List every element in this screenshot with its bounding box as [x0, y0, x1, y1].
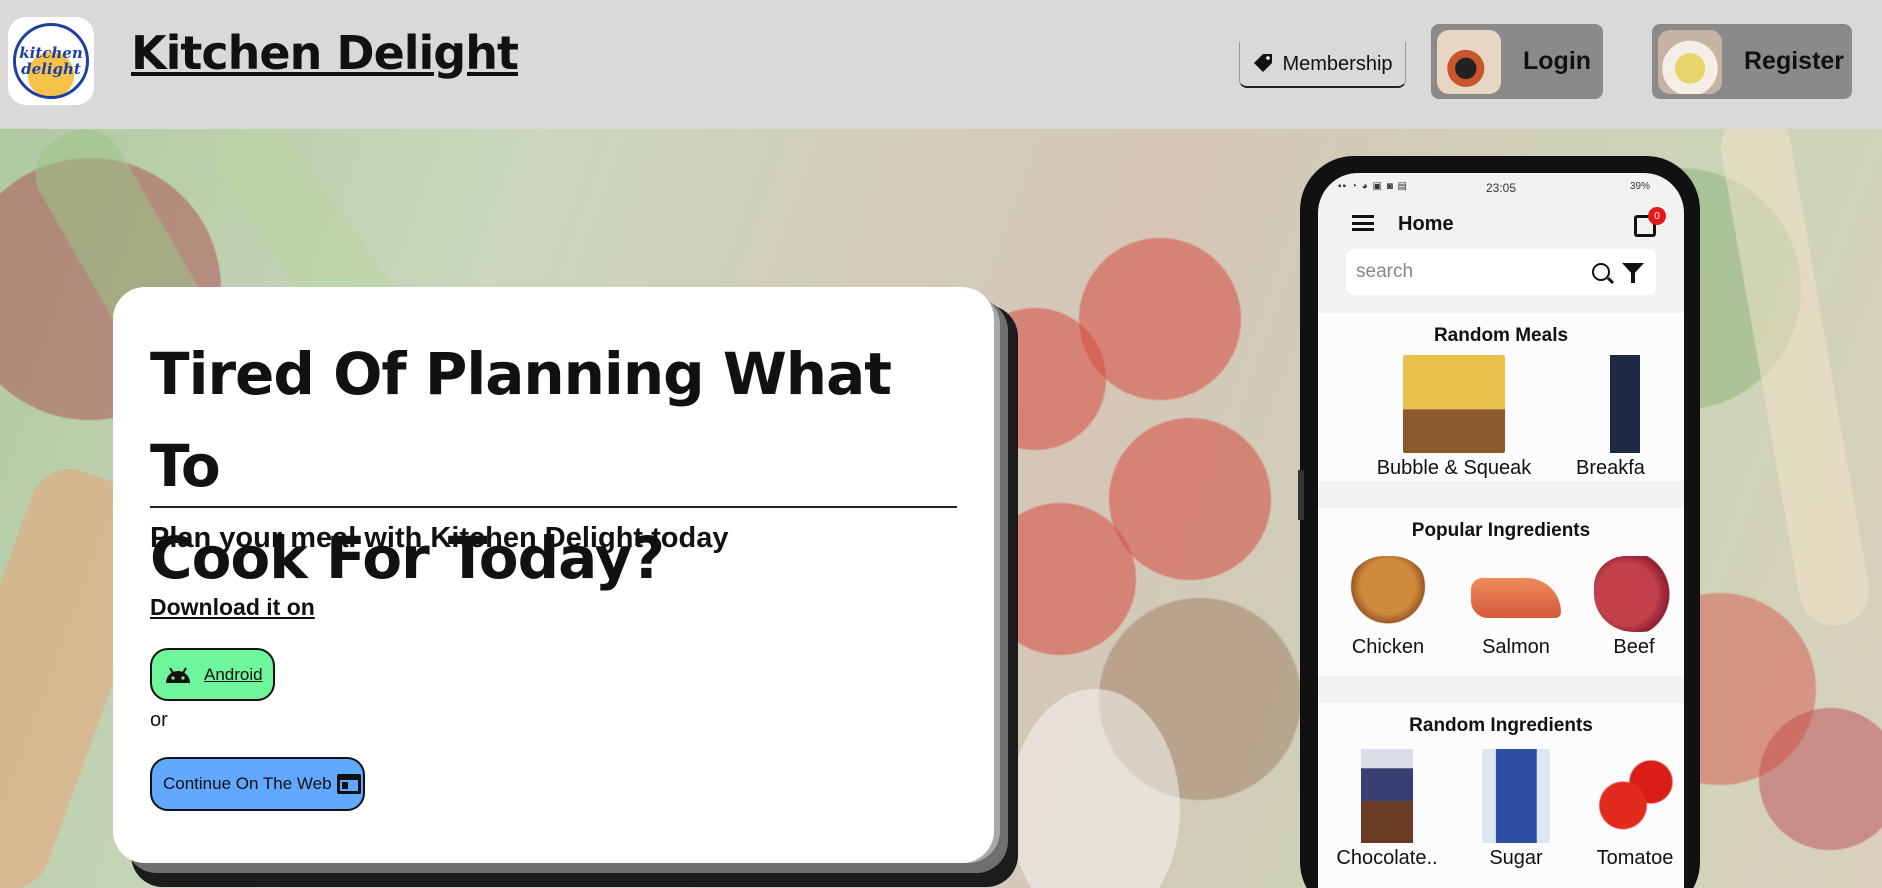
cart-badge: 0 [1648, 207, 1666, 225]
or-separator: or [150, 709, 168, 731]
register-label: Register [1744, 47, 1845, 75]
login-thumbnail [1437, 29, 1501, 94]
tag-icon [1254, 54, 1273, 72]
ingredient-card[interactable]: Tomatoe [1586, 749, 1684, 870]
meal-card[interactable]: Bubble & Squeak [1354, 355, 1554, 480]
random-meals-section: Random Meals Bubble & Squeak Breakfa [1318, 313, 1684, 481]
meal-image [1403, 355, 1505, 453]
login-button[interactable]: Login [1431, 24, 1603, 99]
status-battery: 39% [1629, 181, 1650, 192]
ingredient-name: Salmon [1482, 636, 1550, 658]
ingredient-card[interactable]: Salmon [1466, 556, 1566, 659]
logo-text-top: kitchen [19, 44, 83, 62]
ingredient-image [1361, 749, 1413, 843]
ingredient-name: Chocolate.. [1336, 847, 1438, 869]
filter-icon[interactable] [1622, 263, 1644, 283]
popular-ingredients-section: Popular Ingredients Chicken Salmon Beef [1318, 508, 1684, 676]
meal-image [1610, 355, 1640, 453]
ingredient-image [1595, 749, 1675, 843]
android-icon [166, 666, 190, 683]
meal-name: Breakfa [1576, 457, 1645, 479]
hero-subheading: Plan your meal with Kitchen Delight toda… [150, 522, 729, 554]
membership-label: Membership [1282, 52, 1393, 75]
section-title: Popular Ingredients [1411, 520, 1591, 541]
section-title: Random Ingredients [1409, 715, 1593, 736]
meal-name: Bubble & Squeak [1376, 457, 1532, 479]
android-download-button[interactable]: Android [150, 648, 275, 701]
register-thumbnail [1658, 29, 1722, 94]
ingredient-image [1471, 578, 1561, 618]
top-header: kitchen delight Kitchen Delight Membersh… [0, 0, 1882, 129]
search-icon[interactable] [1592, 263, 1610, 281]
ingredient-image [1594, 556, 1674, 632]
web-label: Continue On The Web [163, 774, 332, 793]
brand-logo[interactable]: kitchen delight [8, 17, 94, 105]
ingredient-image [1348, 556, 1428, 632]
search-input[interactable]: search [1356, 261, 1413, 283]
app-title: Home [1398, 213, 1454, 235]
app-bar: Home 0 [1318, 203, 1684, 247]
ingredient-name: Tomatoe [1596, 847, 1674, 869]
ingredient-card[interactable]: Sugar [1466, 749, 1566, 870]
meal-card[interactable]: Breakfa [1576, 355, 1684, 480]
ingredient-name: Sugar [1489, 847, 1543, 869]
headline-divider [150, 506, 957, 508]
hero-headline: Tired Of Planning What To Cook For Today… [150, 328, 960, 604]
status-bar: ▪▪ ◔ ◕ ▣ ◙ ▤ 23:05 39% [1318, 181, 1684, 201]
ingredient-name: Chicken [1351, 636, 1425, 658]
download-label: Download it on [150, 594, 315, 620]
ingredient-card[interactable]: Chicken [1338, 556, 1438, 659]
continue-web-button[interactable]: Continue On The Web [150, 757, 365, 811]
phone-screen: ▪▪ ◔ ◕ ▣ ◙ ▤ 23:05 39% Home 0 search Ran… [1318, 173, 1684, 888]
menu-icon[interactable] [1352, 215, 1374, 231]
android-label: Android [204, 664, 263, 684]
logo-text-bottom: delight [21, 60, 81, 78]
ingredient-card[interactable]: Chocolate.. [1332, 749, 1442, 870]
ingredient-card[interactable]: Beef [1594, 556, 1674, 659]
section-title: Random Meals [1433, 325, 1569, 346]
login-label: Login [1523, 47, 1592, 75]
status-time: 23:05 [1486, 181, 1517, 195]
register-button[interactable]: Register [1652, 24, 1852, 99]
search-bar[interactable]: search [1346, 249, 1656, 295]
headline-line-1: Tired Of Planning What To [150, 340, 892, 500]
vegetable-decoration [1715, 129, 1875, 632]
logo-emblem: kitchen delight [13, 23, 89, 99]
random-ingredients-section: Random Ingredients Chocolate.. Sugar Tom… [1318, 703, 1684, 888]
status-icons: ▪▪ ◔ ◕ ▣ ◙ ▤ [1338, 181, 1408, 192]
brand-title[interactable]: Kitchen Delight [131, 26, 519, 80]
ingredient-name: Beef [1613, 636, 1655, 658]
ingredient-image [1482, 749, 1550, 843]
vegetable-decoration [1010, 689, 1180, 888]
browser-window-icon [336, 774, 361, 794]
phone-side-button [1298, 470, 1304, 520]
membership-button[interactable]: Membership [1239, 42, 1406, 88]
